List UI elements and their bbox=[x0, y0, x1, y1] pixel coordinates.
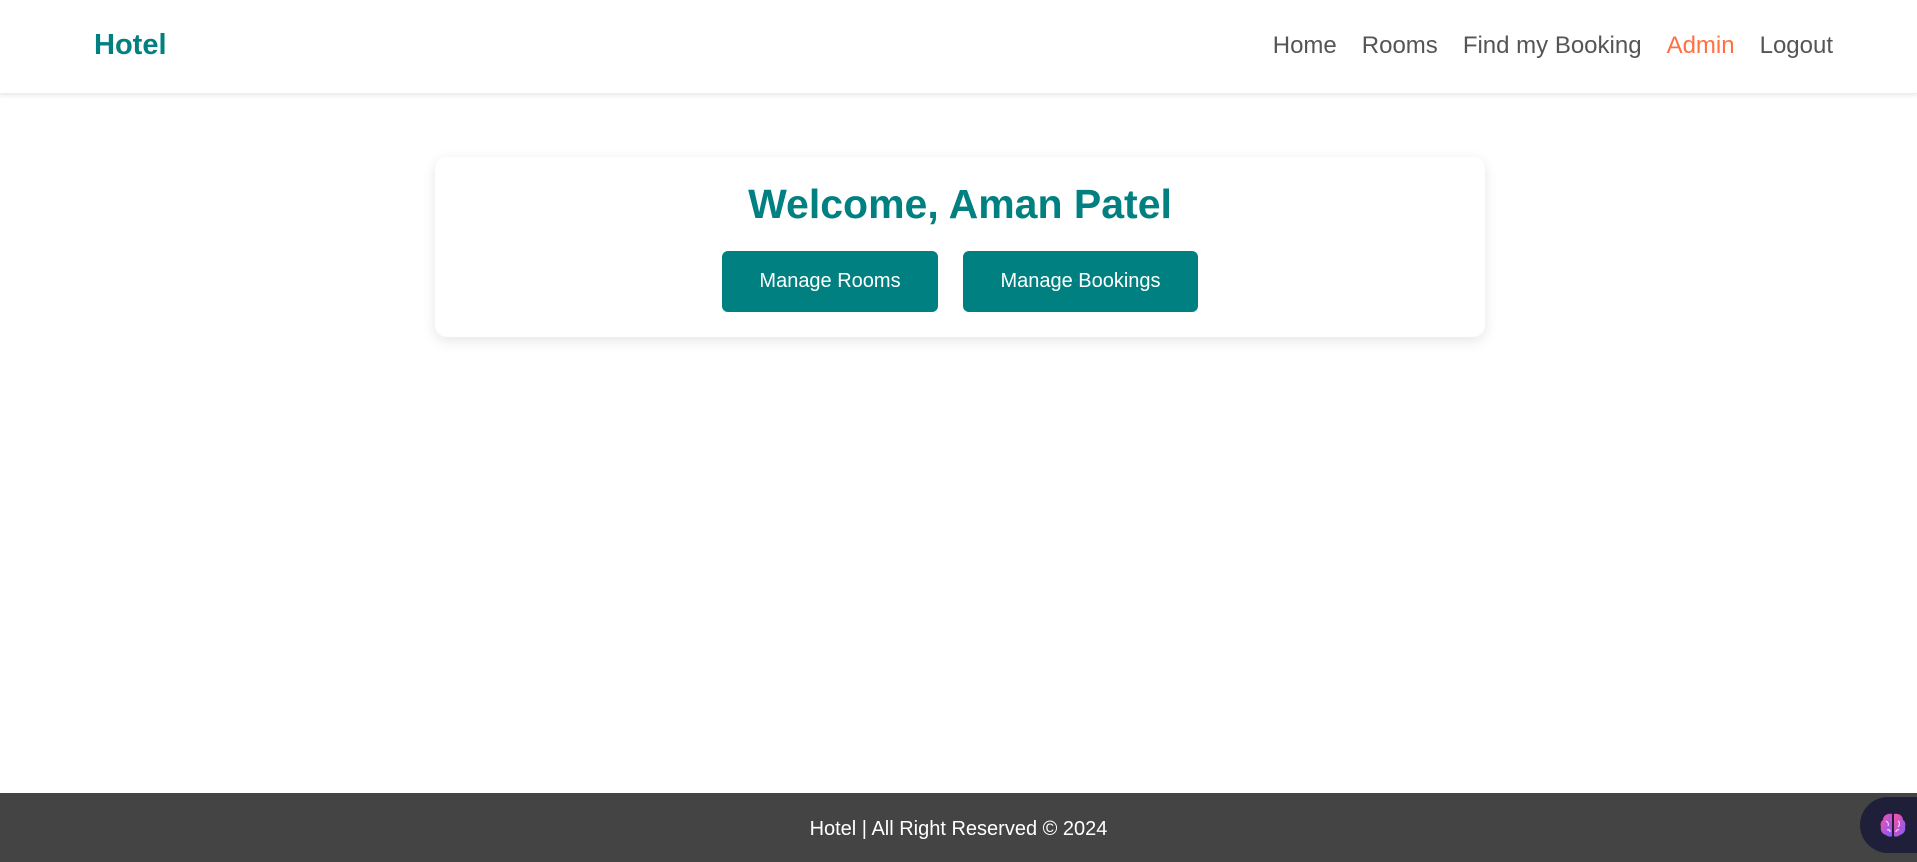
nav-rooms-link[interactable]: Rooms bbox=[1362, 29, 1438, 63]
manage-rooms-button[interactable]: Manage Rooms bbox=[722, 251, 938, 312]
nav-home-link[interactable]: Home bbox=[1273, 29, 1337, 63]
nav-find-booking-link[interactable]: Find my Booking bbox=[1463, 29, 1642, 63]
nav-links: Home Rooms Find my Booking Admin Logout bbox=[1273, 29, 1833, 63]
nav-admin-link[interactable]: Admin bbox=[1667, 29, 1735, 63]
welcome-prefix: Welcome, bbox=[748, 181, 939, 227]
welcome-user-name: Aman Patel bbox=[948, 181, 1172, 227]
welcome-card: Welcome, Aman Patel Manage Rooms Manage … bbox=[435, 157, 1485, 337]
footer-copyright: Hotel | All Right Reserved © 2024 bbox=[809, 818, 1108, 840]
navbar: Hotel Home Rooms Find my Booking Admin L… bbox=[0, 0, 1917, 94]
admin-actions: Manage Rooms Manage Bookings bbox=[435, 251, 1485, 312]
page: Hotel Home Rooms Find my Booking Admin L… bbox=[0, 0, 1917, 862]
nav-logout-link[interactable]: Logout bbox=[1760, 29, 1833, 63]
welcome-heading: Welcome, Aman Patel bbox=[435, 179, 1485, 229]
manage-bookings-button[interactable]: Manage Bookings bbox=[963, 251, 1198, 312]
footer: Hotel | All Right Reserved © 2024 bbox=[0, 793, 1917, 862]
brand-logo-link[interactable]: Hotel bbox=[94, 27, 167, 63]
brain-icon bbox=[1880, 813, 1906, 837]
assistant-widget-button[interactable] bbox=[1860, 797, 1917, 853]
